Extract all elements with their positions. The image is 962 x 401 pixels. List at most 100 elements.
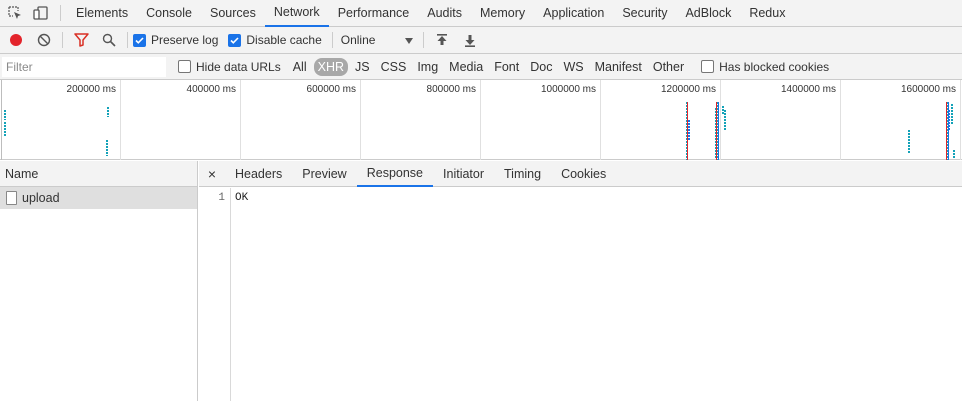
- filter-type-css[interactable]: CSS: [377, 58, 411, 76]
- overview-event-marker: [718, 102, 719, 160]
- line-number: 1: [218, 192, 225, 204]
- checkbox-checked-icon[interactable]: [228, 33, 242, 47]
- filter-type-xhr[interactable]: XHR: [313, 57, 349, 76]
- filter-type-media[interactable]: Media: [445, 58, 487, 76]
- overview-request-bar: [724, 110, 726, 130]
- name-column-header[interactable]: Name: [0, 161, 197, 187]
- import-har-icon[interactable]: [428, 27, 456, 53]
- resource-type-filters: All XHR JS CSS Img Media Font Doc WS Manifest Othe…: [289, 57, 691, 76]
- filter-input[interactable]: [2, 56, 166, 77]
- toolbar-divider: [331, 32, 333, 48]
- request-name: upload: [22, 191, 60, 205]
- filter-type-manifest[interactable]: Manifest: [591, 58, 646, 76]
- details-tab-headers[interactable]: Headers: [225, 161, 292, 187]
- overview-tick-label: 1200000 ms: [660, 84, 716, 95]
- filter-type-other[interactable]: Other: [649, 58, 688, 76]
- details-tab-response[interactable]: Response: [356, 161, 434, 187]
- overview-request-bar: [4, 110, 6, 120]
- response-viewer[interactable]: 1 OK: [199, 188, 962, 401]
- response-line: OK: [235, 192, 249, 204]
- checkbox-checked-icon[interactable]: [133, 33, 146, 47]
- tab-audits[interactable]: Audits: [418, 0, 471, 27]
- overview-request-bar: [951, 104, 953, 124]
- details-tab-cookies[interactable]: Cookies: [551, 161, 616, 187]
- filter-type-img[interactable]: Img: [413, 58, 442, 76]
- overview-tick-label: 400000 ms: [186, 84, 236, 95]
- overview-tick-label: 800000 ms: [426, 84, 476, 95]
- line-number-gutter: 1: [199, 188, 231, 401]
- device-toolbar-icon[interactable]: [28, 0, 54, 26]
- clear-icon[interactable]: [30, 27, 58, 53]
- hide-data-urls-checkbox[interactable]: Hide data URLs: [178, 60, 281, 74]
- overview-request-bar: [107, 107, 109, 117]
- overview-event-marker: [946, 102, 947, 160]
- export-har-icon[interactable]: [456, 27, 484, 53]
- request-list: upload: [0, 187, 197, 209]
- preserve-log-checkbox[interactable]: Preserve log: [133, 33, 218, 47]
- has-blocked-cookies-checkbox[interactable]: Has blocked cookies: [701, 60, 829, 74]
- hide-data-urls-label: Hide data URLs: [196, 59, 281, 74]
- checkbox-unchecked-icon[interactable]: [178, 60, 191, 73]
- overview-event-marker: [716, 102, 717, 160]
- overview-request-bar: [688, 120, 690, 140]
- tab-network[interactable]: Network: [264, 0, 329, 27]
- overview-tick-label: 200000 ms: [66, 84, 116, 95]
- network-toolbar: Preserve log Disable cache Online: [0, 27, 962, 54]
- overview-gridline: [960, 80, 961, 160]
- overview-tick-label: 1400000 ms: [780, 84, 836, 95]
- overview-request-bar: [953, 150, 955, 158]
- request-row[interactable]: upload: [0, 187, 197, 209]
- details-tab-timing[interactable]: Timing: [494, 161, 551, 187]
- throttling-select[interactable]: Online: [337, 30, 417, 50]
- tab-performance[interactable]: Performance: [329, 0, 419, 27]
- tab-adblock[interactable]: AdBlock: [676, 0, 740, 27]
- disable-cache-checkbox[interactable]: Disable cache: [228, 33, 322, 47]
- tab-elements[interactable]: Elements: [67, 0, 137, 27]
- has-blocked-cookies-label: Has blocked cookies: [719, 59, 830, 74]
- checkbox-unchecked-icon[interactable]: [701, 60, 715, 73]
- tab-sources[interactable]: Sources: [201, 0, 265, 27]
- overview-tick-label: 600000 ms: [306, 84, 356, 95]
- overview-request-bar: [4, 122, 6, 136]
- toolbar-divider: [60, 5, 61, 21]
- filter-type-font[interactable]: Font: [490, 58, 523, 76]
- request-details-pane: × Headers Preview Response Initiator Timing C…: [199, 161, 962, 401]
- tab-redux[interactable]: Redux: [740, 0, 794, 27]
- throttling-value: Online: [340, 33, 376, 47]
- filter-type-ws[interactable]: WS: [559, 58, 587, 76]
- details-tab-preview[interactable]: Preview: [292, 161, 356, 187]
- disable-cache-label: Disable cache: [246, 33, 322, 47]
- filter-type-doc[interactable]: Doc: [526, 58, 556, 76]
- devtools-tab-bar: Elements Console Sources Network Performance…: [0, 0, 962, 27]
- overview-gridline: [1, 80, 2, 160]
- file-icon: [6, 191, 17, 205]
- toolbar-divider: [127, 32, 128, 48]
- details-tab-bar: × Headers Preview Response Initiator Timing C…: [199, 161, 962, 187]
- toolbar-divider: [62, 32, 63, 48]
- filter-type-js[interactable]: JS: [351, 58, 374, 76]
- preserve-log-label: Preserve log: [151, 33, 219, 47]
- record-button[interactable]: [2, 27, 30, 53]
- search-icon[interactable]: [95, 27, 123, 53]
- network-overview[interactable]: 200000 ms 400000 ms 600000 ms 800000 ms 1000…: [0, 80, 962, 160]
- tab-memory[interactable]: Memory: [471, 0, 534, 27]
- tab-security[interactable]: Security: [613, 0, 676, 27]
- toolbar-divider: [422, 32, 424, 48]
- request-list-pane: Name upload: [0, 161, 198, 401]
- inspect-element-icon[interactable]: [2, 0, 28, 26]
- close-icon[interactable]: ×: [199, 166, 225, 182]
- filter-icon[interactable]: [67, 27, 95, 53]
- overview-tick-label: 1000000 ms: [540, 84, 596, 95]
- dropdown-arrow-icon: [404, 33, 413, 47]
- overview-tick-label: 1600000 ms: [900, 84, 956, 95]
- filter-type-all[interactable]: All: [289, 58, 311, 76]
- overview-event-marker: [948, 102, 949, 160]
- overview-request-bar: [908, 130, 910, 154]
- details-tab-initiator[interactable]: Initiator: [433, 161, 494, 187]
- overview-event-marker: [687, 102, 688, 160]
- overview-request-bar: [106, 140, 108, 156]
- tab-console[interactable]: Console: [137, 0, 201, 27]
- details-tabs: Headers Preview Response Initiator Timing Coo…: [225, 161, 616, 187]
- panel-tabs: Elements Console Sources Network Performance…: [67, 0, 794, 27]
- tab-application[interactable]: Application: [534, 0, 613, 27]
